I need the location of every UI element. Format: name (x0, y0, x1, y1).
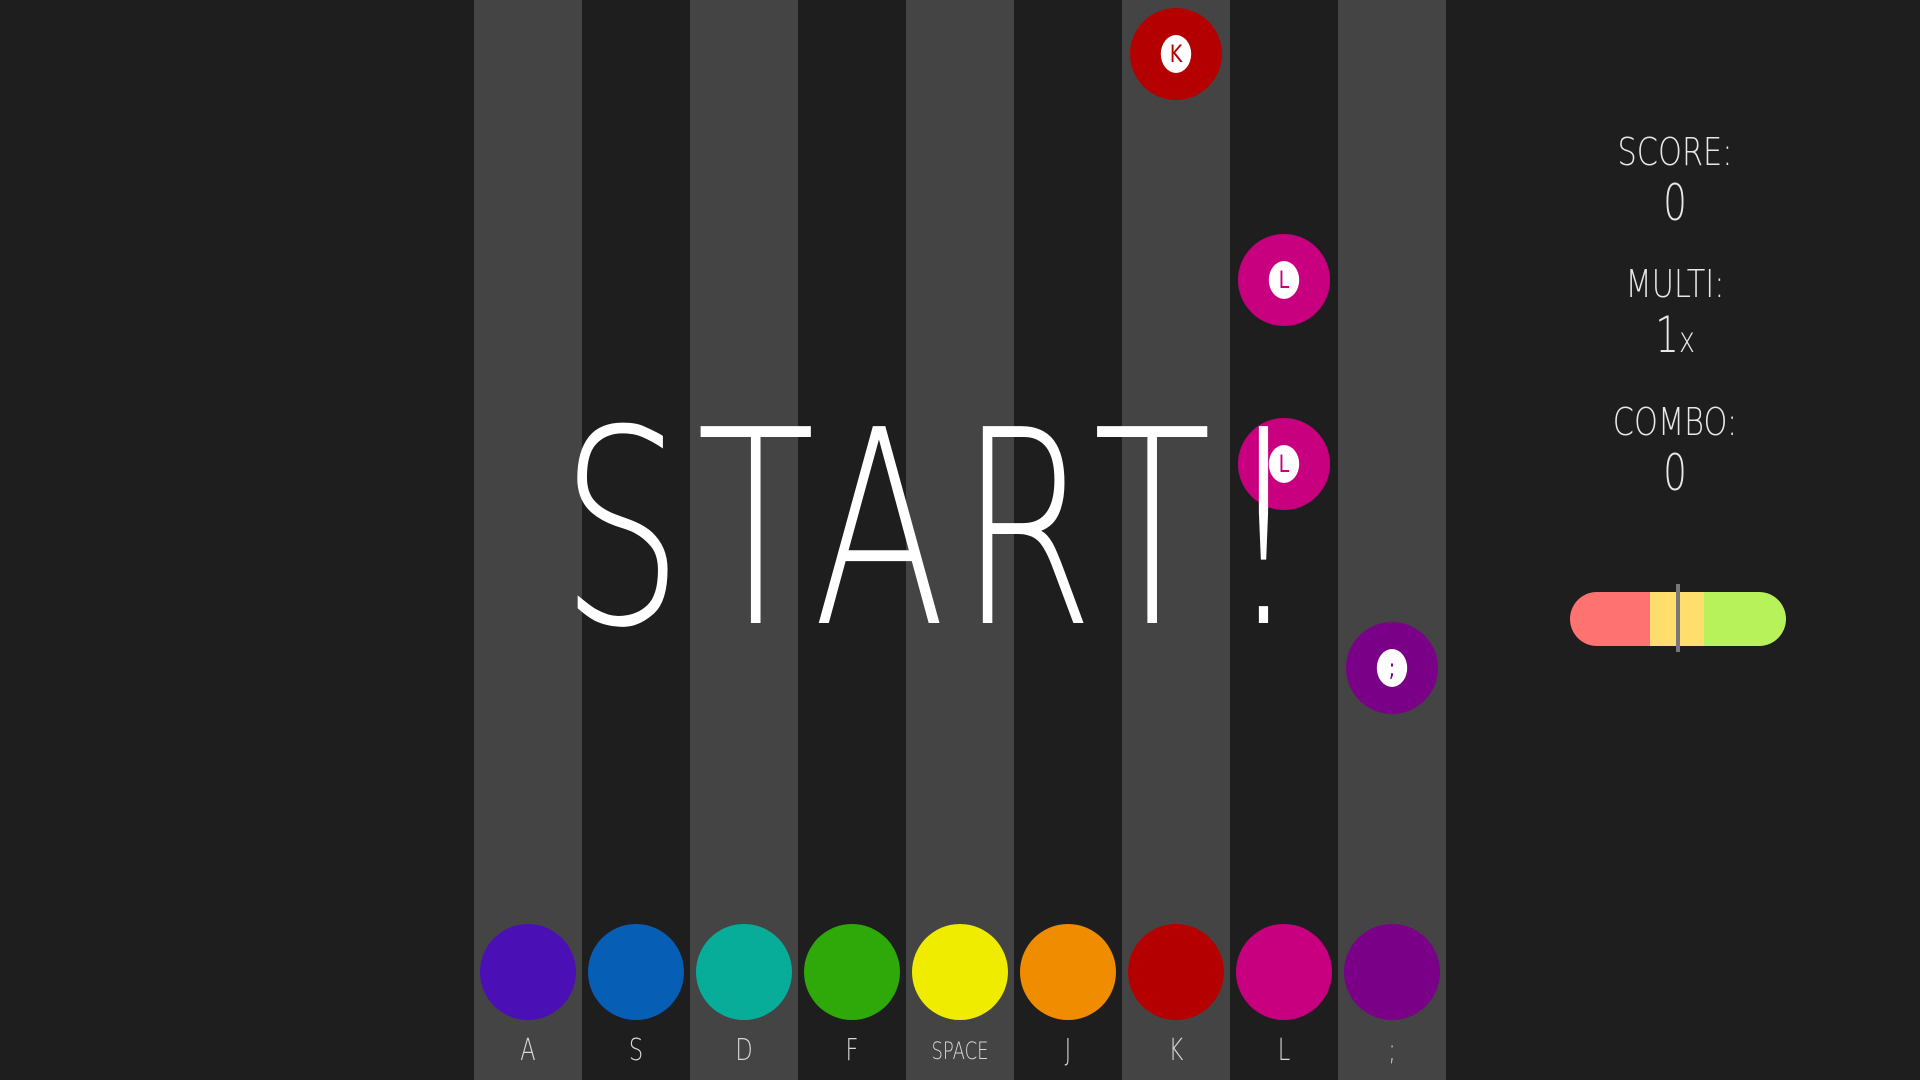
target-button-4[interactable] (804, 924, 900, 1020)
lane-9 (1338, 0, 1446, 1080)
note-key-label: K (1160, 35, 1192, 73)
key-label: A (520, 1033, 536, 1068)
target-button-2[interactable] (588, 924, 684, 1020)
key-label: SPACE (931, 1037, 989, 1065)
target-button-3[interactable] (696, 924, 792, 1020)
falling-note: ; (1346, 622, 1438, 714)
target-button-7[interactable] (1128, 924, 1224, 1020)
target-button-5[interactable] (912, 924, 1008, 1020)
key-label: S (628, 1033, 644, 1068)
multiplier-value: 1x (1589, 306, 1762, 370)
key-label: L (1277, 1033, 1291, 1068)
multiplier-label: MULTI: (1625, 262, 1725, 306)
target-button-9[interactable] (1344, 924, 1440, 1020)
multiplier-number: 1 (1655, 306, 1679, 364)
key-label: J (1064, 1033, 1072, 1068)
combo-label: COMBO: (1612, 400, 1738, 444)
falling-note: L (1238, 234, 1330, 326)
key-label: K (1168, 1033, 1184, 1068)
key-label: ; (1388, 1033, 1396, 1068)
multiplier-unit: x (1678, 320, 1695, 361)
key-label: F (845, 1033, 859, 1068)
combo-value: 0 (1663, 444, 1687, 502)
key-label: D (735, 1033, 753, 1068)
note-key-label: L (1268, 261, 1300, 299)
target-button-6[interactable] (1020, 924, 1116, 1020)
score-label: SCORE: (1617, 130, 1733, 174)
score-value: 0 (1663, 174, 1687, 232)
target-button-1[interactable] (480, 924, 576, 1020)
timing-meter-needle (1676, 584, 1680, 652)
hud-panel: SCORE: 0 MULTI: 1x COMBO: 0 (1560, 130, 1790, 532)
timing-meter-early (1570, 592, 1650, 646)
timing-meter-late (1704, 592, 1786, 646)
target-button-8[interactable] (1236, 924, 1332, 1020)
start-banner: START! (560, 372, 1316, 687)
note-key-label: ; (1376, 649, 1408, 687)
falling-note: K (1130, 8, 1222, 100)
